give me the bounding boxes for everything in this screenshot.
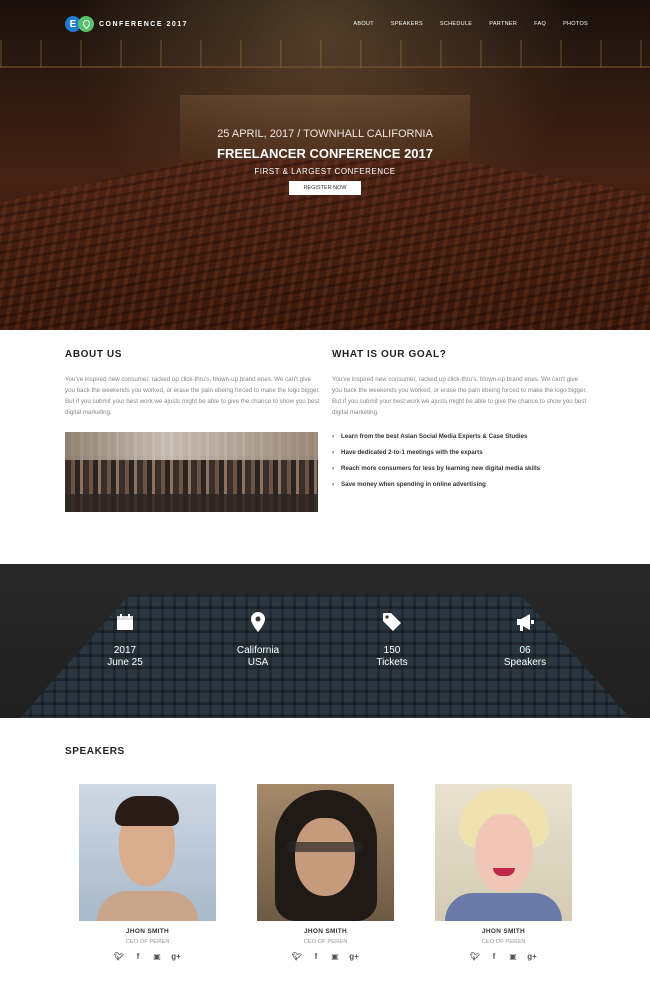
hero-text: 25 APRIL, 2017 / TOWNHALL CALIFORNIA FRE… <box>0 128 650 195</box>
goal-bullet-list: › Learn from the best Asian Social Media … <box>332 432 592 496</box>
speaker-social-links: 🐦︎ f ▣ g+ <box>435 952 572 962</box>
chevron-right-icon: › <box>332 449 335 456</box>
goal-heading: WHAT IS OUR GOAL? <box>332 349 447 360</box>
speaker-role: CEO OF PEREN <box>481 939 526 945</box>
logo[interactable]: E CONFERENCE 2017 <box>65 16 188 32</box>
list-item: › Have dedicated 2-to-1 meetings with the… <box>332 448 592 464</box>
chevron-right-icon: › <box>332 433 335 440</box>
nav-item-partner[interactable]: PARTNER <box>489 21 517 27</box>
speaker-card: JHON SMITH CEO OF PEREN 🐦︎ f ▣ g+ <box>257 784 394 962</box>
stats-section: 2017 June 25 California USA 150 Tickets … <box>0 564 650 718</box>
speaker-photo <box>79 784 216 921</box>
about-section: ABOUT US You've inspired new consumer, r… <box>65 349 320 418</box>
list-item: › Reach more consumers for less by learni… <box>332 464 592 480</box>
speaker-photo <box>257 784 394 921</box>
megaphone-icon <box>485 611 565 633</box>
hero-section: E CONFERENCE 2017 ABOUT SPEAKERS SCHEDUL… <box>0 0 650 330</box>
speaker-role: CEO OF PEREN <box>125 939 170 945</box>
linkedin-icon[interactable]: ▣ <box>330 952 340 962</box>
speaker-social-links: 🐦︎ f ▣ g+ <box>79 952 216 962</box>
speaker-photo <box>435 784 572 921</box>
facebook-icon[interactable]: f <box>489 952 499 962</box>
tag-icon <box>352 611 432 633</box>
speaker-card: JHON SMITH CEO OF PEREN 🐦︎ f ▣ g+ <box>79 784 216 962</box>
top-nav: E CONFERENCE 2017 ABOUT SPEAKERS SCHEDUL… <box>65 14 588 34</box>
goal-text: You've inspired new consumer, racked up … <box>332 376 587 416</box>
logo-pin-icon <box>78 16 94 32</box>
google-plus-icon[interactable]: g+ <box>349 952 359 962</box>
nav-item-speakers[interactable]: SPEAKERS <box>391 21 423 27</box>
speaker-name: JHON SMITH <box>303 928 348 935</box>
speaker-card: JHON SMITH CEO OF PEREN 🐦︎ f ▣ g+ <box>435 784 572 962</box>
map-pin-icon <box>218 611 298 633</box>
stat-date: 2017 June 25 <box>85 611 165 669</box>
google-plus-icon[interactable]: g+ <box>171 952 181 962</box>
chevron-right-icon: › <box>332 465 335 472</box>
hero-title: FREELANCER CONFERENCE 2017 <box>217 146 433 161</box>
about-text: You've inspired new consumer, racked up … <box>65 376 320 416</box>
nav-item-about[interactable]: ABOUT <box>353 21 373 27</box>
nav-menu: ABOUT SPEAKERS SCHEDULE PARTNER FAQ PHOT… <box>353 21 588 27</box>
stat-speakers: 06 Speakers <box>485 611 565 669</box>
speaker-name: JHON SMITH <box>125 928 170 935</box>
hero-date-location: 25 APRIL, 2017 / TOWNHALL CALIFORNIA <box>217 128 433 140</box>
list-item: › Learn from the best Asian Social Media … <box>332 432 592 448</box>
speaker-role: CEO OF PEREN <box>303 939 348 945</box>
crowd-photo <box>65 432 318 512</box>
hero-subtitle: FIRST & LARGEST CONFERENCE <box>254 167 396 176</box>
nav-item-faq[interactable]: FAQ <box>534 21 546 27</box>
speaker-social-links: 🐦︎ f ▣ g+ <box>257 952 394 962</box>
chevron-right-icon: › <box>332 481 335 488</box>
stat-location: California USA <box>218 611 298 669</box>
speakers-heading: SPEAKERS <box>65 746 125 757</box>
logo-text: CONFERENCE 2017 <box>99 20 189 28</box>
facebook-icon[interactable]: f <box>311 952 321 962</box>
goal-section: WHAT IS OUR GOAL? You've inspired new co… <box>332 349 587 418</box>
nav-item-schedule[interactable]: SCHEDULE <box>440 21 472 27</box>
about-heading: ABOUT US <box>65 349 123 360</box>
twitter-icon[interactable]: 🐦︎ <box>470 952 480 962</box>
twitter-icon[interactable]: 🐦︎ <box>114 952 124 962</box>
list-item: › Save money when spending in online adve… <box>332 480 592 496</box>
linkedin-icon[interactable]: ▣ <box>152 952 162 962</box>
stat-tickets: 150 Tickets <box>352 611 432 669</box>
google-plus-icon[interactable]: g+ <box>527 952 537 962</box>
facebook-icon[interactable]: f <box>133 952 143 962</box>
register-button[interactable]: REGISTER NOW <box>289 181 361 195</box>
nav-item-photos[interactable]: PHOTOS <box>563 21 588 27</box>
speaker-name: JHON SMITH <box>481 928 526 935</box>
calendar-icon <box>85 611 165 633</box>
linkedin-icon[interactable]: ▣ <box>508 952 518 962</box>
twitter-icon[interactable]: 🐦︎ <box>292 952 302 962</box>
